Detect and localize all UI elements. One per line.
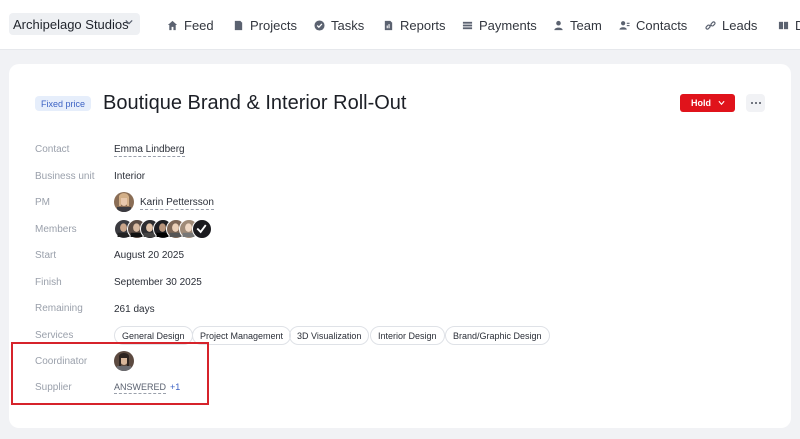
nav-label: Feed — [184, 17, 214, 33]
workspace-name: Archipelago Studios — [13, 16, 129, 32]
avatar[interactable] — [192, 219, 212, 239]
field-label-business-unit: Business unit — [35, 171, 95, 182]
nav-projects[interactable]: Projects — [233, 0, 297, 50]
nav-label: Tasks — [331, 17, 365, 33]
workspace-selector[interactable]: Archipelago Studios — [9, 13, 140, 35]
status-label: Hold — [691, 98, 711, 108]
remaining-value: 261 days — [114, 304, 155, 315]
nav-contacts[interactable]: Contacts — [619, 0, 687, 50]
start-date-value: August 20 2025 — [114, 250, 185, 261]
contacts-icon — [619, 20, 630, 30]
payments-icon — [462, 21, 473, 29]
field-label-members: Members — [35, 224, 77, 235]
field-label-remaining: Remaining — [35, 303, 83, 314]
nav-leads[interactable]: Leads — [705, 0, 757, 50]
nav-label: Leads — [722, 17, 758, 33]
nav-label: Reports — [400, 17, 446, 33]
contact-link[interactable]: Emma Lindberg — [114, 144, 185, 157]
avatar[interactable] — [114, 192, 134, 212]
nav-more-cut[interactable]: D — [778, 0, 800, 50]
more-options-button[interactable] — [746, 94, 765, 112]
finish-date-value: September 30 2025 — [114, 277, 202, 288]
report-icon — [384, 20, 393, 30]
nav-payments[interactable]: Payments — [462, 0, 537, 50]
nav-tasks[interactable]: Tasks — [314, 0, 364, 50]
chevron-down-icon — [125, 19, 133, 25]
nav-label: Payments — [479, 17, 537, 33]
link-icon — [705, 20, 716, 30]
highlight-box — [11, 342, 209, 405]
field-label-contact: Contact — [35, 144, 70, 155]
nav-label: Team — [570, 17, 602, 33]
nav-team[interactable]: Team — [553, 0, 602, 50]
field-label-pm: PM — [35, 197, 50, 208]
field-label-services: Services — [35, 330, 74, 341]
nav-label: Contacts — [636, 17, 688, 33]
nav-reports[interactable]: Reports — [383, 0, 446, 50]
top-bar: Archipelago Studios Feed Projects Tasks … — [0, 0, 800, 50]
more-icon — [750, 102, 753, 104]
document-icon — [234, 20, 243, 30]
field-label-finish: Finish — [35, 277, 62, 288]
person-icon — [554, 20, 563, 30]
business-unit-value: Interior — [114, 171, 146, 182]
field-label-start: Start — [35, 250, 57, 261]
board-icon — [778, 21, 789, 29]
nav-label: D — [795, 17, 800, 33]
pricing-badge: Fixed price — [35, 96, 92, 111]
chevron-down-icon — [718, 100, 725, 106]
project-title: Boutique Brand & Interior Roll-Out — [103, 92, 407, 114]
service-chip[interactable]: Interior Design — [370, 326, 445, 345]
check-circle-icon — [314, 19, 325, 31]
nav-label: Projects — [250, 17, 297, 33]
service-chip[interactable]: Brand/Graphic Design — [445, 326, 550, 345]
status-dropdown-button[interactable]: Hold — [680, 94, 735, 112]
service-chip[interactable]: 3D Visualization — [289, 326, 370, 345]
pm-link[interactable]: Karin Pettersson — [140, 197, 214, 210]
home-icon — [167, 20, 178, 30]
nav-feed[interactable]: Feed — [167, 0, 214, 50]
